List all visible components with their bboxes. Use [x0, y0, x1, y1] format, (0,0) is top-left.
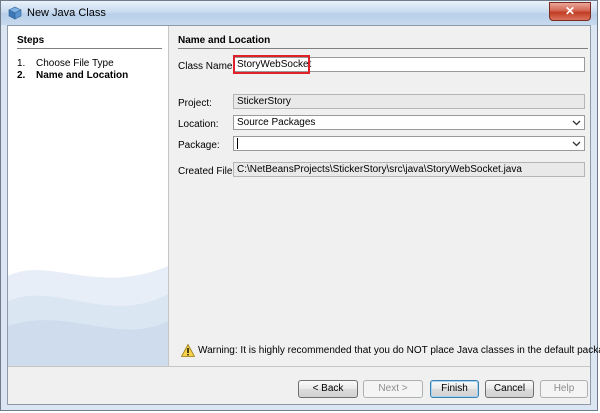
warning-text: Warning: It is highly recommended that y…: [198, 345, 600, 356]
title-bar[interactable]: New Java Class ✕: [1, 1, 597, 25]
project-label: Project:: [178, 98, 212, 109]
form-panel: Name and Location Class Name: StoryWebSo…: [178, 26, 600, 366]
location-value: Source Packages: [237, 117, 316, 128]
chevron-down-icon[interactable]: [572, 117, 581, 128]
form-title: Name and Location: [178, 35, 271, 46]
finish-button[interactable]: Finish: [430, 380, 479, 398]
cancel-button[interactable]: Cancel: [485, 380, 534, 398]
package-label: Package:: [178, 140, 220, 151]
button-bar-separator: [8, 366, 590, 367]
dialog-window: New Java Class ✕ Steps 1. Choose File Typ…: [0, 0, 600, 411]
next-button[interactable]: Next >: [363, 380, 423, 398]
step-number: 1.: [17, 58, 26, 69]
step-number: 2.: [17, 70, 26, 81]
text-caret: [237, 137, 238, 149]
steps-divider: [17, 48, 162, 49]
chevron-down-icon[interactable]: [572, 138, 581, 149]
back-button[interactable]: < Back: [298, 380, 358, 398]
created-file-label: Created File:: [178, 166, 236, 177]
warning-icon: [181, 344, 195, 357]
created-file-value: C:\NetBeansProjects\StickerStory\src\jav…: [237, 164, 522, 175]
location-dropdown[interactable]: Source Packages: [233, 115, 585, 130]
project-value: StickerStory: [237, 96, 291, 107]
package-combobox[interactable]: [233, 136, 585, 151]
window-title: New Java Class: [27, 7, 106, 19]
step-label: Name and Location: [36, 70, 129, 81]
steps-title: Steps: [17, 35, 45, 46]
class-name-highlight: [233, 55, 310, 74]
location-label: Location:: [178, 119, 219, 130]
dialog-content: Steps 1. Choose File Type 2. Name and Loca…: [7, 25, 600, 405]
close-icon: ✕: [564, 4, 576, 18]
help-button[interactable]: Help: [540, 380, 588, 398]
close-button[interactable]: ✕: [549, 2, 591, 21]
step-choose-file-type: 1. Choose File Type: [17, 58, 114, 69]
step-name-and-location: 2. Name and Location: [17, 70, 128, 81]
step-label: Choose File Type: [36, 58, 114, 69]
form-divider: [178, 48, 588, 49]
netbeans-cube-icon: [8, 6, 22, 20]
class-name-label: Class Name:: [178, 61, 236, 72]
created-file-field: C:\NetBeansProjects\StickerStory\src\jav…: [233, 162, 585, 177]
steps-panel: Steps 1. Choose File Type 2. Name and Loca…: [8, 26, 169, 366]
project-field: StickerStory: [233, 94, 585, 109]
